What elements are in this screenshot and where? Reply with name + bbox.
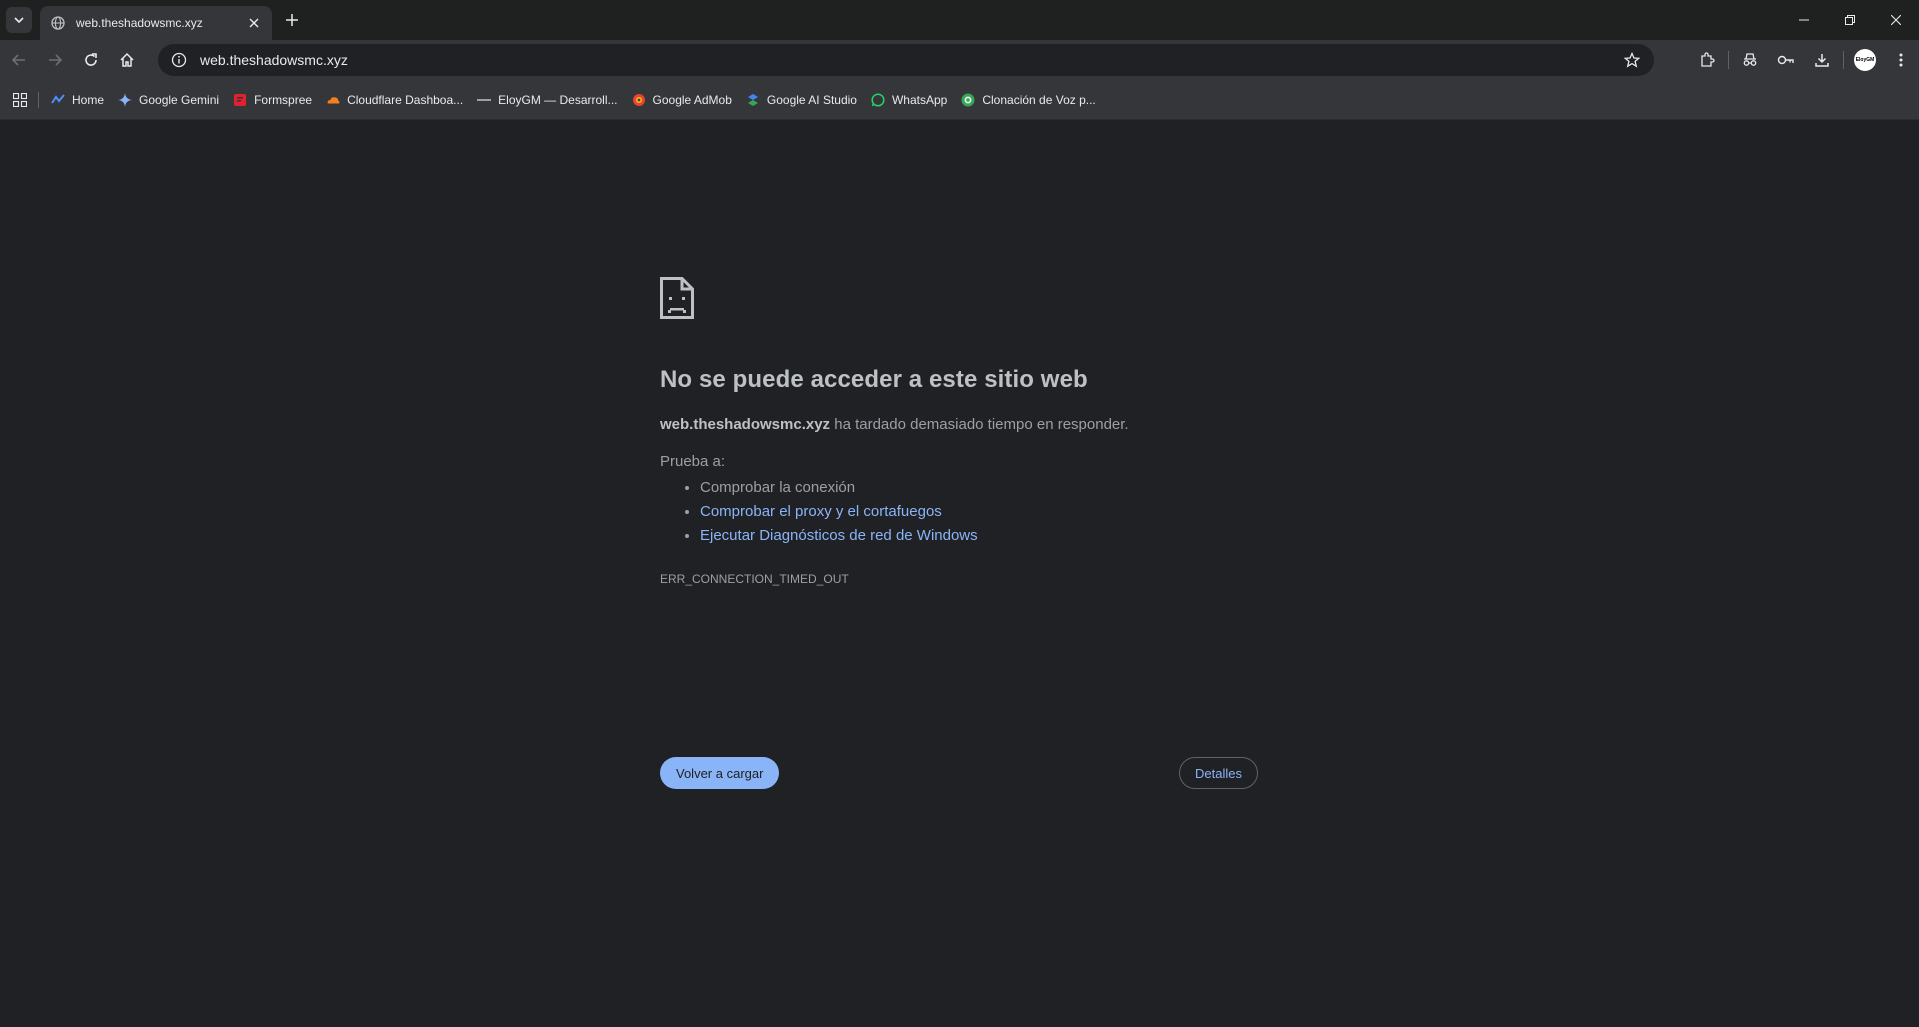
error-title: No se puede acceder a este sitio web	[660, 366, 1088, 393]
more-vertical-icon	[1899, 53, 1903, 67]
chevron-down-icon	[14, 17, 24, 24]
bookmark-label: Google AI Studio	[766, 92, 857, 107]
error-host: web.theshadowsmc.xyz	[660, 416, 831, 433]
bookmark-label: WhatsApp	[891, 92, 948, 107]
restore-icon	[1845, 15, 1855, 25]
bookmark-formspree[interactable]: Formspree	[233, 93, 312, 107]
gemini-favicon-icon	[118, 92, 133, 107]
bookmark-cloudflare[interactable]: Cloudflare Dashboa...	[326, 93, 463, 107]
tab-strip: web.theshadowsmc.xyz	[0, 0, 1919, 40]
error-container: No se puede acceder a este sitio web web…	[660, 277, 1260, 789]
eloygm-favicon-icon	[477, 93, 492, 107]
error-description-text: ha tardado demasiado tiempo en responder…	[830, 416, 1129, 433]
close-icon	[1891, 15, 1901, 25]
list-item: Ejecutar Diagnósticos de red de Windows	[700, 524, 1260, 548]
aistudio-favicon-icon	[746, 93, 760, 107]
bookmarks-divider	[38, 91, 39, 108]
profile-button[interactable]: EloyGM	[1847, 42, 1883, 78]
tab-search-button[interactable]	[6, 7, 32, 33]
bookmark-star-icon[interactable]	[1622, 50, 1642, 70]
bookmark-home[interactable]: Home	[51, 93, 104, 107]
incognito-button[interactable]	[1732, 42, 1768, 78]
suggestions-list: Comprobar la conexión Comprobar el proxy…	[660, 476, 1260, 548]
site-info-icon[interactable]	[170, 51, 188, 69]
bookmark-label: Google Gemini	[139, 92, 220, 107]
reload-button[interactable]	[74, 43, 108, 77]
bookmark-google-admob[interactable]: Google AdMob	[632, 93, 732, 107]
apps-button[interactable]	[10, 90, 30, 110]
tab-title: web.theshadowsmc.xyz	[76, 16, 203, 30]
bookmark-google-ai-studio[interactable]: Google AI Studio	[746, 93, 857, 107]
puzzle-icon	[1701, 52, 1715, 67]
page-content: No se puede acceder a este sitio web web…	[0, 120, 1919, 1027]
suggestion-check-connection: Comprobar la conexión	[700, 479, 856, 496]
suggestion-network-diagnostics-link[interactable]: Ejecutar Diagnósticos de red de Windows	[700, 527, 978, 544]
bookmark-label: EloyGM — Desarroll...	[498, 92, 618, 107]
error-code: ERR_CONNECTION_TIMED_OUT	[660, 572, 849, 586]
toolbar-actions: EloyGM	[1689, 40, 1919, 80]
globe-icon	[50, 15, 66, 31]
bookmark-label: Cloudflare Dashboa...	[347, 92, 464, 107]
formspree-favicon-icon	[233, 93, 247, 107]
toolbar: web.theshadowsmc.xyz EloyGM	[0, 40, 1919, 80]
whatsapp-favicon-icon	[871, 92, 885, 107]
address-bar[interactable]: web.theshadowsmc.xyz	[158, 44, 1654, 76]
list-item: Comprobar el proxy y el cortafuegos	[700, 500, 1260, 524]
voice-favicon-icon	[961, 93, 975, 107]
suggestion-proxy-firewall-link[interactable]: Comprobar el proxy y el cortafuegos	[700, 503, 942, 520]
apps-grid-icon	[13, 92, 27, 107]
list-item: Comprobar la conexión	[700, 476, 1260, 500]
bookmark-google-gemini[interactable]: Google Gemini	[118, 92, 220, 107]
url-text[interactable]: web.theshadowsmc.xyz	[200, 52, 1622, 68]
key-icon	[1777, 55, 1794, 65]
admob-favicon-icon	[632, 93, 646, 107]
active-tab[interactable]: web.theshadowsmc.xyz	[40, 6, 272, 40]
downloads-button[interactable]	[1804, 42, 1840, 78]
reload-page-button[interactable]: Volver a cargar	[660, 757, 780, 789]
bookmark-eloygm[interactable]: EloyGM — Desarroll...	[477, 92, 618, 107]
back-button[interactable]	[2, 43, 36, 77]
reload-icon	[85, 53, 97, 66]
minimize-button[interactable]	[1781, 0, 1827, 40]
home-favicon-icon	[51, 93, 65, 107]
details-button[interactable]: Detalles	[1179, 757, 1258, 789]
restore-button[interactable]	[1827, 0, 1873, 40]
arrow-left-icon	[11, 54, 25, 66]
bookmark-clonacion-de-voz[interactable]: Clonación de Voz p...	[961, 92, 1096, 107]
new-tab-button[interactable]	[282, 10, 302, 30]
home-button[interactable]	[110, 43, 144, 77]
minimize-icon	[1799, 19, 1809, 21]
error-description: web.theshadowsmc.xyz ha tardado demasiad…	[660, 416, 1260, 433]
toolbar-divider	[1843, 51, 1844, 69]
sad-page-icon	[660, 277, 694, 319]
download-icon	[1815, 54, 1829, 67]
passwords-button[interactable]	[1768, 42, 1804, 78]
bookmark-label: Google AdMob	[652, 92, 732, 107]
bookmarks-bar: Home Google Gemini Formspree Cloudflare …	[0, 80, 1919, 120]
close-window-button[interactable]	[1873, 0, 1919, 40]
avatar: EloyGM	[1854, 49, 1876, 71]
arrow-right-icon	[49, 54, 63, 66]
cloudflare-favicon-icon	[326, 93, 340, 107]
bookmark-label: Home	[72, 92, 105, 107]
forward-button[interactable]	[38, 43, 72, 77]
toolbar-divider	[1728, 51, 1729, 69]
extensions-button[interactable]	[1689, 42, 1725, 78]
bookmark-label: Clonación de Voz p...	[982, 92, 1096, 107]
close-tab-icon[interactable]	[246, 15, 262, 31]
bookmark-label: Formspree	[254, 92, 313, 107]
home-icon	[120, 52, 134, 67]
menu-button[interactable]	[1883, 42, 1919, 78]
try-label: Prueba a:	[660, 453, 726, 470]
incognito-icon	[1743, 53, 1757, 66]
plus-icon	[286, 14, 298, 26]
bookmark-whatsapp[interactable]: WhatsApp	[871, 93, 947, 107]
window-controls	[1781, 0, 1919, 40]
